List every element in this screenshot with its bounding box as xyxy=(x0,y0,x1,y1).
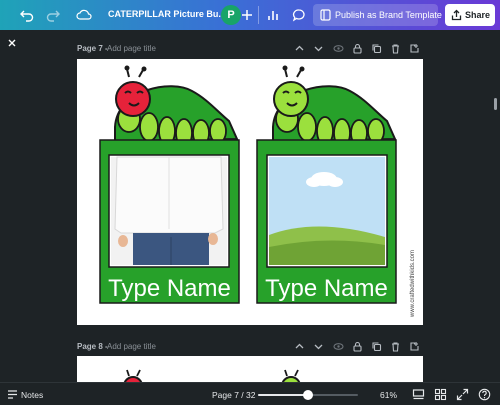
document-title[interactable]: CATERPILLAR Picture Bu... xyxy=(108,9,226,19)
zoom-level[interactable]: 61% xyxy=(380,390,397,400)
page-indicator[interactable]: Page 7 / 32 xyxy=(212,390,255,400)
notes-icon[interactable] xyxy=(6,388,19,401)
publish-button-label: Publish as Brand Template xyxy=(335,10,442,20)
share-button-label: Share xyxy=(465,10,491,20)
hide-icon[interactable] xyxy=(333,43,344,54)
zoom-slider[interactable] xyxy=(258,390,358,400)
card-name-text: Type Name xyxy=(108,275,231,302)
delete-icon[interactable] xyxy=(390,43,401,54)
comment-icon[interactable] xyxy=(289,5,309,25)
chevron-up-icon[interactable] xyxy=(294,341,305,352)
zoom-slider-fill xyxy=(258,394,308,396)
top-toolbar: CATERPILLAR Picture Bu... P Publish as B… xyxy=(0,0,500,30)
chevron-down-icon[interactable] xyxy=(313,341,324,352)
publish-brand-template-button[interactable]: Publish as Brand Template xyxy=(313,4,442,26)
undo-icon[interactable] xyxy=(17,5,37,25)
lock-icon[interactable] xyxy=(352,43,363,54)
caterpillar-card-2: Type Name xyxy=(256,65,397,304)
page-name: Page 8 - xyxy=(77,342,108,351)
duplicate-icon[interactable] xyxy=(371,341,382,352)
watermark-text: www.craftedwithkids.com xyxy=(410,250,416,318)
share-button[interactable]: Share xyxy=(445,4,495,26)
page-8-preview xyxy=(123,369,301,382)
pages-view-icon[interactable] xyxy=(412,388,425,401)
redo-icon[interactable] xyxy=(43,5,63,25)
page-name: Page 7 - xyxy=(77,44,108,53)
cloud-icon[interactable] xyxy=(74,5,94,25)
image-placeholder xyxy=(269,157,385,265)
chevron-up-icon[interactable] xyxy=(294,43,305,54)
caterpillar-card-1: Type Name xyxy=(99,65,240,304)
caterpillar-design: Type Name Type Name www.craftedwithkids.… xyxy=(99,65,416,318)
grid-view-icon[interactable] xyxy=(434,388,447,401)
bottom-bar: Notes Page 7 / 32 61% xyxy=(0,382,500,405)
fullscreen-icon[interactable] xyxy=(456,388,469,401)
plus-icon[interactable] xyxy=(237,5,257,25)
chevron-down-icon[interactable] xyxy=(313,43,324,54)
child-photo xyxy=(111,156,227,265)
stats-icon[interactable] xyxy=(263,5,283,25)
share-icon xyxy=(451,9,462,21)
page-7-canvas[interactable]: Type Name Type Name www.craftedwithkids.… xyxy=(77,59,423,325)
add-page-icon[interactable] xyxy=(409,341,420,352)
duplicate-icon[interactable] xyxy=(371,43,382,54)
page-title-input[interactable]: Add page title xyxy=(107,44,156,53)
toolbar-divider xyxy=(258,6,259,24)
page-header-8: Page 8 - Add page title xyxy=(77,340,423,354)
page-8-canvas[interactable] xyxy=(77,356,423,382)
zoom-slider-handle[interactable] xyxy=(303,390,313,400)
help-icon[interactable] xyxy=(478,388,491,401)
notes-button[interactable]: Notes xyxy=(21,390,43,400)
add-page-icon[interactable] xyxy=(409,43,420,54)
hide-icon[interactable] xyxy=(333,341,344,352)
delete-icon[interactable] xyxy=(390,341,401,352)
card-name-text: Type Name xyxy=(265,275,388,302)
page-title-input[interactable]: Add page title xyxy=(107,342,156,351)
publish-icon xyxy=(320,9,331,21)
close-icon[interactable] xyxy=(5,36,19,50)
page-header-7: Page 7 - Add page title xyxy=(77,42,423,56)
vertical-scrollbar[interactable] xyxy=(494,98,497,110)
lock-icon[interactable] xyxy=(352,341,363,352)
